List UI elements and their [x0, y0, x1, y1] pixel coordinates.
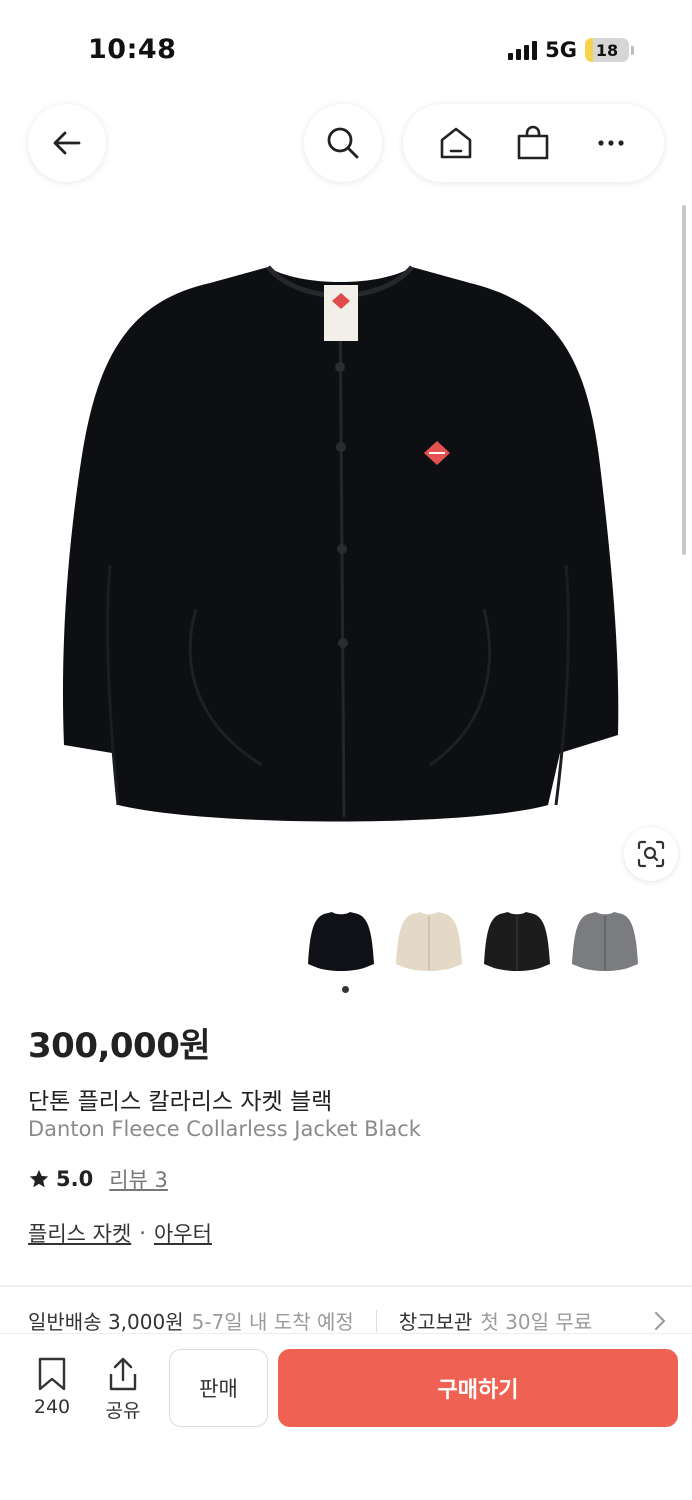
warehouse-label: 창고보관	[398, 1310, 473, 1334]
standard-shipping-label: 일반배송 3,000원	[28, 1310, 184, 1334]
battery-nub	[631, 45, 634, 55]
nav-actions-group	[403, 104, 664, 182]
share-label: 공유	[105, 1400, 141, 1422]
thumbnail-black[interactable]	[304, 902, 378, 978]
more-button[interactable]	[583, 115, 639, 171]
share-button[interactable]: 공유	[93, 1356, 153, 1423]
review-link[interactable]: 리뷰 3	[109, 1164, 168, 1194]
star-icon	[29, 1169, 49, 1188]
thumbnail-strip	[304, 902, 642, 978]
sell-button[interactable]: 판매	[169, 1349, 268, 1427]
product-price: 300,000원	[28, 1026, 211, 1066]
network-type: 5G	[545, 38, 577, 62]
jacket-illustration	[62, 265, 619, 822]
shopping-bag-button[interactable]	[505, 115, 561, 171]
more-horizontal-icon	[598, 140, 624, 146]
home-button[interactable]	[428, 115, 484, 171]
shopping-bag-icon	[518, 125, 549, 160]
bookmark-icon	[38, 1357, 66, 1391]
search-button[interactable]	[304, 104, 382, 182]
shipping-info[interactable]: 일반배송 3,000원 5-7일 내 도착 예정 창고보관 첫 30일 무료	[28, 1306, 668, 1335]
battery-icon: 18	[585, 38, 629, 62]
chevron-right-icon	[655, 1311, 665, 1330]
thumbnail-grey[interactable]	[568, 902, 642, 978]
save-count: 240	[33, 1396, 71, 1418]
thumbnail-jacket-image	[484, 912, 550, 971]
thumbnail-charcoal[interactable]	[480, 902, 554, 978]
thumbnail-jacket-image	[572, 912, 638, 971]
back-button[interactable]	[28, 104, 106, 182]
status-bar: 10:48 5G 18	[0, 0, 692, 90]
home-icon	[440, 127, 472, 159]
signal-icon	[508, 40, 538, 60]
lens-search-icon	[637, 840, 665, 868]
status-time: 10:48	[88, 34, 177, 65]
section-divider	[0, 1285, 692, 1287]
thumbnail-jacket-image	[396, 912, 462, 971]
product-image[interactable]	[0, 205, 692, 885]
status-indicators: 5G 18	[508, 38, 634, 62]
arrow-left-icon	[53, 131, 81, 155]
share-icon	[109, 1357, 137, 1391]
rating-score: 5.0	[56, 1167, 94, 1191]
image-search-button[interactable]	[624, 827, 678, 881]
category-separator: ·	[139, 1221, 146, 1245]
category-breadcrumb: 플리스 자켓 · 아우터	[28, 1218, 212, 1248]
buy-button[interactable]: 구매하기	[278, 1349, 678, 1427]
category-link[interactable]: 플리스 자켓	[28, 1218, 131, 1248]
bottom-action-bar: 240 공유 판매 구매하기	[0, 1333, 692, 1500]
product-title-korean: 단톤 플리스 칼라리스 자켓 블랙	[28, 1089, 333, 1115]
standard-shipping-eta: 5-7일 내 도착 예정	[191, 1310, 354, 1334]
thumbnail-jacket-image	[308, 912, 374, 971]
carousel-indicator	[342, 986, 349, 993]
shipping-separator	[375, 1309, 377, 1332]
warehouse-note: 첫 30일 무료	[480, 1310, 593, 1334]
save-button[interactable]: 240	[22, 1356, 82, 1418]
category-link[interactable]: 아우터	[154, 1218, 212, 1248]
top-nav	[0, 104, 692, 182]
battery-level: 18	[595, 40, 619, 60]
thumbnail-cream[interactable]	[392, 902, 466, 978]
search-icon	[327, 127, 359, 159]
product-rating: 5.0 리뷰 3	[28, 1164, 168, 1194]
product-title-english: Danton Fleece Collarless Jacket Black	[28, 1117, 421, 1141]
